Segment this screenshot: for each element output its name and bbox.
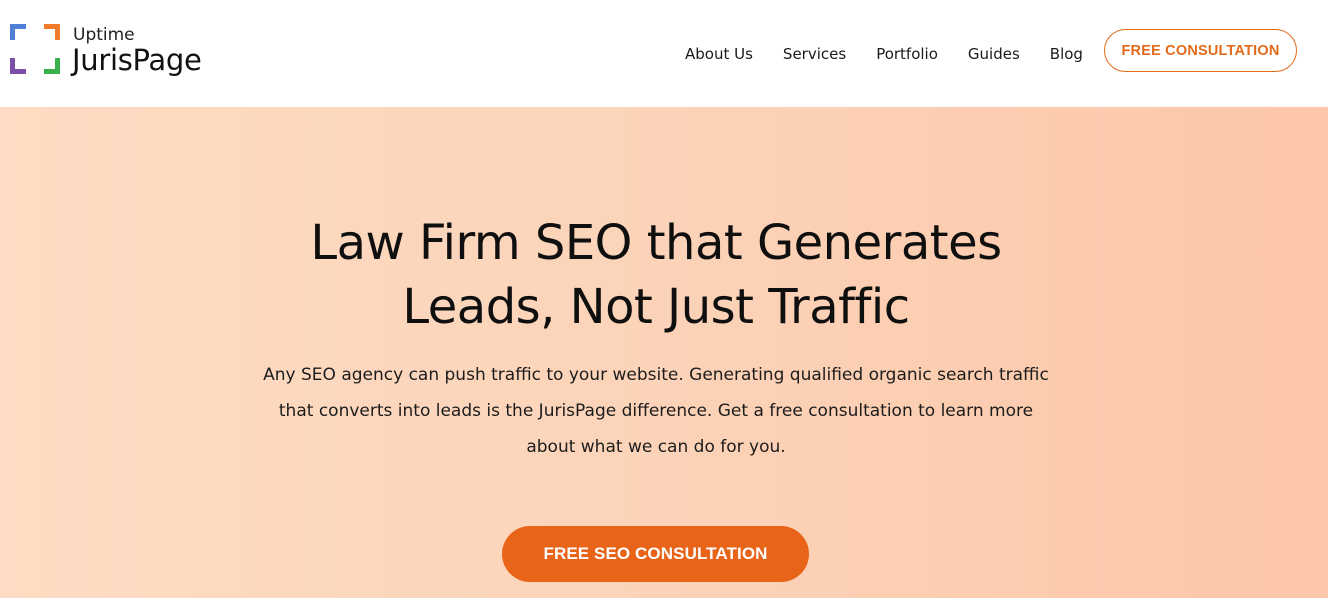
free-consultation-button[interactable]: FREE CONSULTATION (1104, 29, 1297, 72)
nav-item-guides[interactable]: Guides (968, 45, 1020, 63)
site-header: Uptime JurisPage About Us Services Portf… (0, 0, 1328, 107)
nav-item-about-us[interactable]: About Us (685, 45, 753, 63)
hero-description-line-1: Any SEO agency can push traffic to your … (263, 365, 1049, 385)
nav-item-portfolio[interactable]: Portfolio (876, 45, 938, 63)
logo-name: JurisPage (72, 43, 202, 77)
logo-link[interactable]: Uptime JurisPage (10, 24, 220, 78)
hero-description: Any SEO agency can push traffic to your … (230, 357, 1082, 465)
hero-description-line-3: about what we can do for you. (526, 437, 786, 457)
hero-title-line-2: Leads, Not Just Traffic (402, 279, 910, 335)
main-nav: About Us Services Portfolio Guides Blog (670, 0, 1098, 107)
hero-section: Law Firm SEO that Generates Leads, Not J… (0, 107, 1328, 598)
logo-tagline: Uptime (73, 25, 135, 45)
nav-item-blog[interactable]: Blog (1050, 45, 1083, 63)
nav-item-services[interactable]: Services (783, 45, 846, 63)
hero-description-line-2: that converts into leads is the JurisPag… (278, 401, 1034, 421)
hero-title: Law Firm SEO that Generates Leads, Not J… (0, 211, 1312, 339)
hero-title-line-1: Law Firm SEO that Generates (310, 215, 1002, 271)
logo-mark-icon (10, 24, 60, 74)
free-seo-consultation-button[interactable]: FREE SEO CONSULTATION (502, 526, 809, 582)
